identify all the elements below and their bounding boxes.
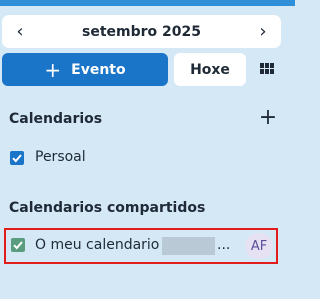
new-event-label: Evento [71, 61, 126, 78]
calendars-section-title: Calendarios [9, 111, 103, 127]
today-button[interactable]: Hoxe [174, 53, 246, 86]
chevron-left-icon[interactable]: ‹ [12, 15, 28, 48]
add-calendar-plus-icon[interactable]: + [258, 106, 278, 130]
grid-icon[interactable] [260, 63, 274, 75]
top-accent-bar [0, 0, 295, 6]
new-event-button[interactable]: + Evento [2, 53, 168, 86]
shared-calendars-section-title: Calendarios compartidos [9, 200, 206, 216]
month-label: setembro 2025 [82, 23, 201, 40]
checkbox-persoal[interactable] [10, 151, 24, 165]
month-navigator: ‹ setembro 2025 › [2, 15, 281, 48]
calendar-label-persoal[interactable]: Persoal [35, 149, 86, 165]
plus-icon: + [44, 57, 62, 82]
chevron-right-icon[interactable]: › [255, 15, 271, 48]
highlight-box [4, 228, 278, 264]
